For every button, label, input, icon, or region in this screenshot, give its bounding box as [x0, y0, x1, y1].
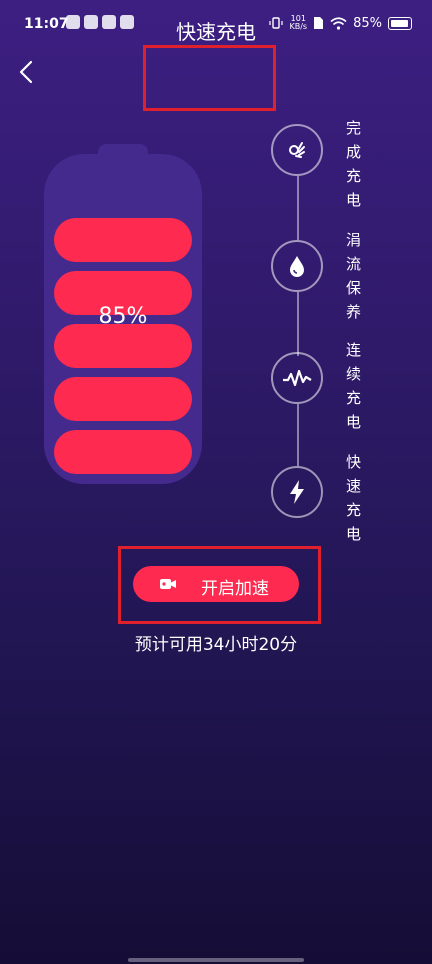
title-highlight-box: [143, 45, 276, 111]
page-title: 快速充电: [176, 20, 256, 44]
lightning-icon: [271, 466, 323, 518]
home-indicator[interactable]: [128, 958, 304, 962]
stage-label-fast: 快速充电: [346, 453, 362, 543]
battery-percent-label: 85%: [98, 304, 148, 329]
pulse-icon: [271, 352, 323, 404]
stage-label-trickle: 涓流保养: [346, 231, 362, 321]
stage-label-complete: 完成充电: [346, 119, 362, 209]
battery-cell: [54, 430, 192, 474]
boost-highlight-box: [118, 546, 321, 624]
stage-label-continuous: 连续充电: [346, 341, 362, 431]
stage-connector: [297, 176, 299, 240]
water-drop-icon: [271, 240, 323, 292]
estimated-usage-time: 预计可用34小时20分: [134, 635, 298, 655]
battery-cell: [54, 324, 192, 368]
charging-stages: 完成充电 涓流保养 连续充电 快速充电: [270, 119, 420, 544]
ok-hand-icon: [271, 124, 323, 176]
stage-connector: [297, 292, 299, 356]
back-button[interactable]: [14, 58, 42, 86]
battery-cell: [54, 377, 192, 421]
battery-graphic: 85%: [44, 154, 202, 484]
battery-cell: [54, 218, 192, 262]
stage-connector: [297, 404, 299, 466]
